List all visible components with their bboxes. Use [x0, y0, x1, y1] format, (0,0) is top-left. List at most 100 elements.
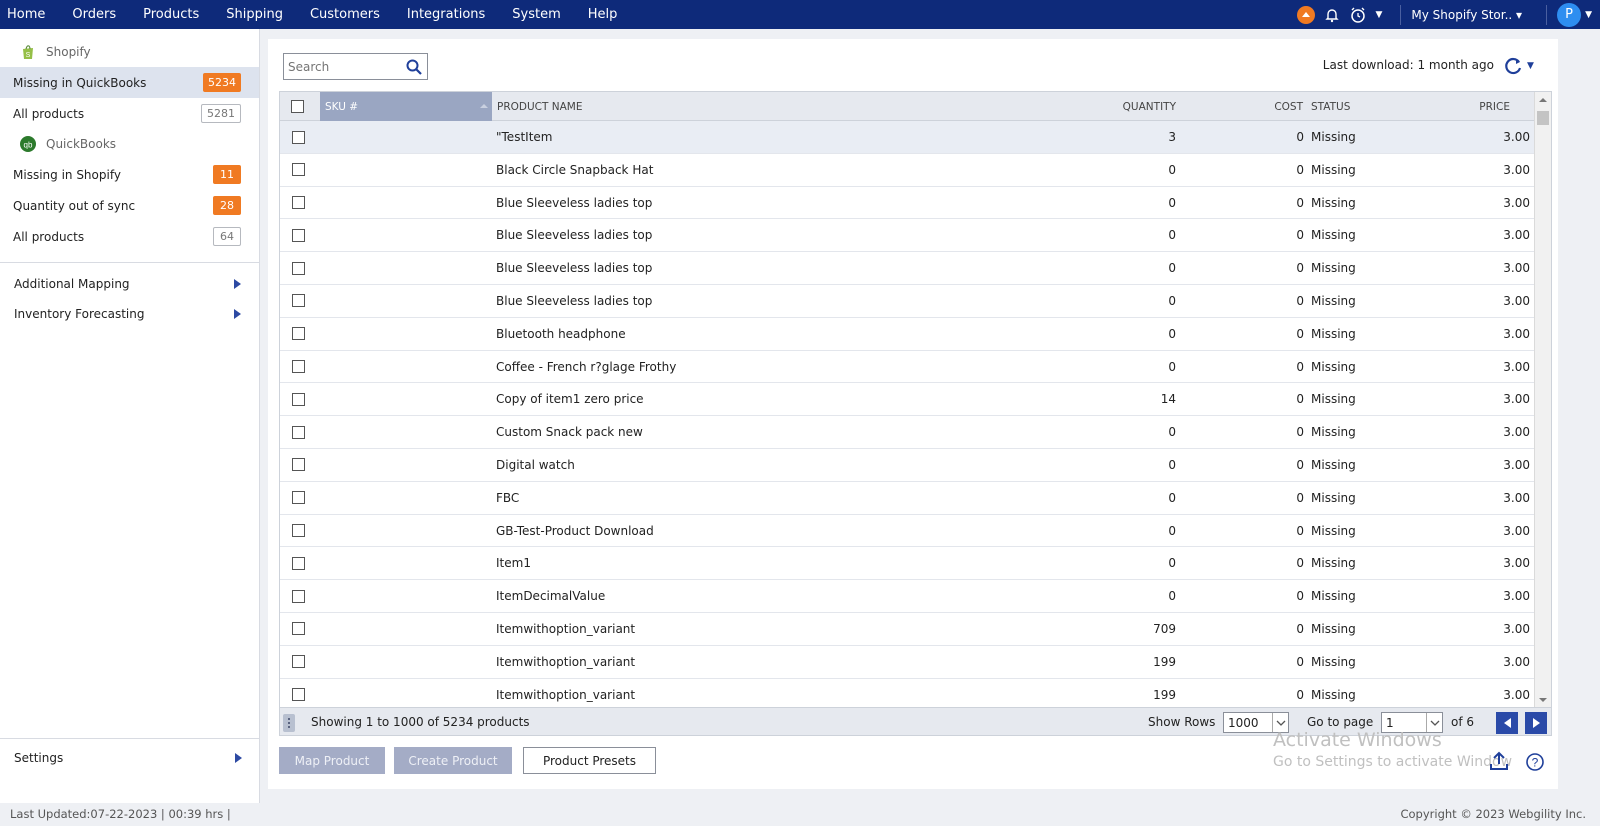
- cell-price: 3.00: [1503, 589, 1530, 604]
- table-row[interactable]: Black Circle Snapback Hat 0 0 Missing 3.00: [280, 154, 1536, 187]
- table-row[interactable]: FBC 0 0 Missing 3.00: [280, 482, 1536, 515]
- table-row[interactable]: Coffee - French r?glage Frothy 0 0 Missing 3…: [280, 351, 1536, 384]
- sidebar-item-missing-in-shopify[interactable]: Missing in Shopify 11: [0, 159, 259, 190]
- cell-status: Missing: [1311, 359, 1356, 374]
- quickbooks-section-header: qb QuickBooks: [0, 129, 259, 159]
- cell-cost: 0: [1296, 130, 1304, 144]
- row-checkbox[interactable]: [292, 130, 305, 144]
- column-header-product-name[interactable]: PRODUCT NAME: [497, 92, 797, 121]
- cell-status: Missing: [1311, 687, 1356, 702]
- cell-sku: [325, 154, 485, 186]
- table-row[interactable]: Itemwithoption_variant 709 0 Missing 3.00: [280, 613, 1536, 646]
- refresh-caret-icon[interactable]: ▼: [1527, 61, 1534, 71]
- nav-item-orders[interactable]: Orders: [72, 7, 116, 22]
- nav-item-products[interactable]: Products: [143, 7, 199, 22]
- orange-app-icon[interactable]: [1297, 5, 1316, 24]
- sidebar-link-inventory-forecasting[interactable]: Inventory Forecasting: [0, 299, 259, 329]
- row-checkbox[interactable]: [292, 294, 305, 308]
- count-badge: 11: [213, 165, 241, 184]
- product-presets-button[interactable]: Product Presets: [523, 747, 656, 774]
- row-checkbox[interactable]: [292, 655, 305, 669]
- count-badge: 64: [213, 227, 241, 246]
- cell-product-name: Bluetooth headphone: [496, 326, 626, 341]
- sidebar-item-quantity-out-of-sync[interactable]: Quantity out of sync 28: [0, 190, 259, 221]
- column-header-label: PRODUCT NAME: [497, 100, 583, 113]
- column-header-label: COST: [1274, 100, 1303, 113]
- table-row[interactable]: ItemDecimalValue 0 0 Missing 3.00: [280, 580, 1536, 613]
- nav-item-home[interactable]: Home: [7, 7, 45, 22]
- row-checkbox[interactable]: [292, 556, 305, 570]
- table-row[interactable]: Copy of item1 zero price 14 0 Missing 3.00: [280, 383, 1536, 417]
- caret-down-icon[interactable]: ▼: [1375, 10, 1382, 20]
- scroll-up-icon[interactable]: [1539, 98, 1547, 102]
- table-row[interactable]: Blue Sleeveless ladies top 0 0 Missing 3.00: [280, 219, 1536, 253]
- refresh-button[interactable]: ▼: [1504, 55, 1538, 77]
- row-checkbox[interactable]: [292, 425, 305, 439]
- table-row[interactable]: Custom Snack pack new 0 0 Missing 3.00: [280, 416, 1536, 449]
- row-checkbox[interactable]: [292, 228, 305, 242]
- sidebar-link-settings[interactable]: Settings: [0, 743, 260, 773]
- row-checkbox[interactable]: [292, 196, 305, 210]
- store-selector[interactable]: My Shopify Stor.. ▾: [1411, 8, 1522, 22]
- table-row[interactable]: Item1 0 0 Missing 3.00: [280, 547, 1536, 581]
- table-row[interactable]: Bluetooth headphone 0 0 Missing 3.00: [280, 318, 1536, 351]
- scroll-thumb[interactable]: [1537, 111, 1549, 125]
- alarm-clock-icon[interactable]: [1349, 6, 1367, 24]
- column-header-sku[interactable]: SKU #: [320, 92, 492, 121]
- table-row[interactable]: GB-Test-Product Download 0 0 Missing 3.00: [280, 515, 1536, 548]
- nav-item-integrations[interactable]: Integrations: [407, 7, 485, 22]
- avatar-caret-icon[interactable]: ▼: [1585, 10, 1592, 20]
- row-checkbox[interactable]: [292, 327, 305, 341]
- table-row[interactable]: Itemwithoption_variant 199 0 Missing 3.00: [280, 679, 1536, 708]
- sidebar-link-additional-mapping[interactable]: Additional Mapping: [0, 269, 259, 299]
- row-checkbox[interactable]: [292, 163, 305, 177]
- select-all-cell: [291, 92, 321, 121]
- column-header-cost[interactable]: COST: [1220, 92, 1303, 121]
- scroll-down-icon[interactable]: [1539, 698, 1547, 702]
- column-header-price[interactable]: PRICE: [1450, 92, 1510, 121]
- cell-sku: [325, 187, 485, 219]
- row-checkbox[interactable]: [292, 261, 305, 275]
- sidebar-item-label: All products: [13, 229, 85, 244]
- table-row[interactable]: "TestItem 3 0 Missing 3.00: [280, 121, 1536, 154]
- create-product-button[interactable]: Create Product: [394, 747, 512, 774]
- vertical-scrollbar[interactable]: [1534, 92, 1551, 708]
- row-checkbox[interactable]: [292, 491, 305, 505]
- sidebar-divider: [0, 262, 259, 263]
- map-product-button[interactable]: Map Product: [279, 747, 385, 774]
- next-page-button[interactable]: [1525, 712, 1547, 734]
- prev-page-button[interactable]: [1496, 712, 1518, 734]
- avatar[interactable]: P: [1557, 2, 1582, 27]
- sidebar-item-all-products[interactable]: All products 5281: [0, 98, 259, 129]
- cell-product-name: Copy of item1 zero price: [496, 392, 644, 407]
- grip-handle-icon[interactable]: [283, 714, 295, 732]
- column-header-quantity[interactable]: QUANTITY: [1080, 92, 1176, 121]
- upload-icon[interactable]: [1488, 750, 1510, 772]
- help-icon[interactable]: ?: [1525, 752, 1545, 772]
- sidebar-item-missing-in-quickbooks[interactable]: Missing in QuickBooks 5234: [0, 67, 259, 98]
- row-checkbox[interactable]: [292, 589, 305, 603]
- row-checkbox[interactable]: [292, 360, 305, 374]
- table-row[interactable]: Blue Sleeveless ladies top 0 0 Missing 3.00: [280, 285, 1536, 318]
- row-checkbox[interactable]: [292, 392, 305, 406]
- table-row[interactable]: Itemwithoption_variant 199 0 Missing 3.00: [280, 646, 1536, 679]
- table-row[interactable]: Blue Sleeveless ladies top 0 0 Missing 3.00: [280, 187, 1536, 220]
- table-row[interactable]: Digital watch 0 0 Missing 3.00: [280, 449, 1536, 482]
- search-input[interactable]: [284, 59, 402, 74]
- select-all-checkbox[interactable]: [291, 100, 304, 113]
- cell-status: Missing: [1311, 457, 1356, 472]
- sidebar-link-label: Additional Mapping: [14, 277, 130, 291]
- bell-icon[interactable]: [1323, 6, 1341, 24]
- nav-item-help[interactable]: Help: [588, 7, 618, 22]
- sidebar-item-all-products[interactable]: All products 64: [0, 221, 259, 252]
- row-checkbox[interactable]: [292, 622, 305, 636]
- row-checkbox[interactable]: [292, 524, 305, 538]
- row-checkbox[interactable]: [292, 458, 305, 472]
- nav-item-shipping[interactable]: Shipping: [226, 7, 283, 22]
- search-icon[interactable]: [405, 58, 423, 76]
- nav-item-system[interactable]: System: [512, 7, 560, 22]
- row-checkbox[interactable]: [292, 688, 305, 702]
- nav-item-customers[interactable]: Customers: [310, 7, 380, 22]
- table-row[interactable]: Blue Sleeveless ladies top 0 0 Missing 3.00: [280, 252, 1536, 285]
- column-header-status[interactable]: STATUS: [1311, 92, 1431, 121]
